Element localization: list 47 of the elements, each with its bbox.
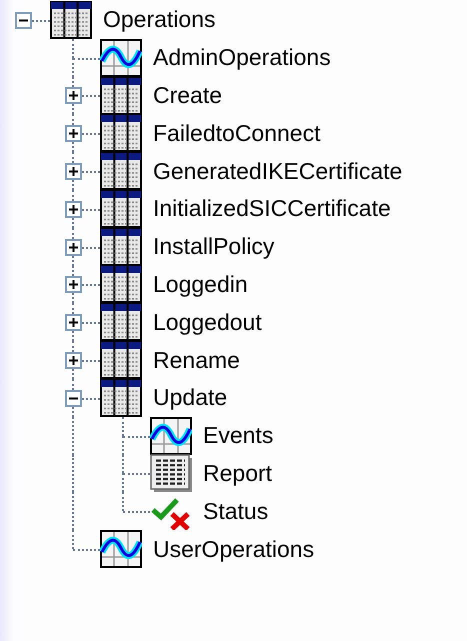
plus-icon xyxy=(69,318,78,328)
plus-icon xyxy=(69,129,78,138)
plus-icon xyxy=(69,356,78,366)
expander-button[interactable] xyxy=(65,125,82,142)
tree-item[interactable]: Operations xyxy=(103,6,216,34)
table-icon xyxy=(100,76,142,114)
tree-item[interactable]: Loggedout xyxy=(153,308,262,336)
tree-item[interactable]: Status xyxy=(203,498,268,525)
line-chart-icon xyxy=(150,416,192,455)
tree-item[interactable]: Events xyxy=(203,422,274,450)
expander-button[interactable] xyxy=(65,87,82,104)
tree-item[interactable]: GeneratedIKECertificate xyxy=(153,158,402,185)
table-icon xyxy=(100,341,142,380)
expander-button[interactable] xyxy=(65,200,82,218)
tree-item[interactable]: Rename xyxy=(153,346,240,374)
tree-item[interactable]: Loggedin xyxy=(153,270,248,298)
table-icon xyxy=(100,190,142,228)
expander-button[interactable] xyxy=(65,163,82,180)
table-icon xyxy=(100,378,142,417)
table-icon xyxy=(100,228,142,266)
tree-item[interactable]: InitializedSICCertificate xyxy=(153,195,391,222)
tree-item[interactable]: UserOperations xyxy=(153,536,314,563)
tree-item[interactable]: FailedtoConnect xyxy=(153,120,320,147)
table-icon xyxy=(100,303,142,342)
tree-item[interactable]: Report xyxy=(203,460,272,487)
tree-item[interactable]: AdminOperations xyxy=(153,44,331,72)
plus-icon xyxy=(69,242,78,252)
line-chart-icon xyxy=(100,38,142,77)
expander-button[interactable] xyxy=(65,352,82,370)
line-chart-icon xyxy=(100,530,142,568)
plus-icon xyxy=(69,280,78,290)
plus-icon xyxy=(69,91,78,100)
tree-item[interactable]: InstallPolicy xyxy=(153,233,274,260)
expander-button[interactable] xyxy=(65,276,82,294)
table-icon xyxy=(100,152,142,190)
report-icon xyxy=(150,454,192,492)
tree-item[interactable]: Update xyxy=(153,384,228,412)
expander-button[interactable] xyxy=(65,390,82,407)
table-icon xyxy=(100,265,142,304)
expander-button[interactable] xyxy=(15,12,32,29)
expander-button[interactable] xyxy=(65,238,82,256)
table-icon xyxy=(100,114,142,152)
plus-icon xyxy=(69,167,78,176)
tree-item[interactable]: Create xyxy=(153,82,222,109)
table-icon xyxy=(50,0,92,39)
expander-button[interactable] xyxy=(65,314,82,332)
plus-icon xyxy=(69,204,78,214)
